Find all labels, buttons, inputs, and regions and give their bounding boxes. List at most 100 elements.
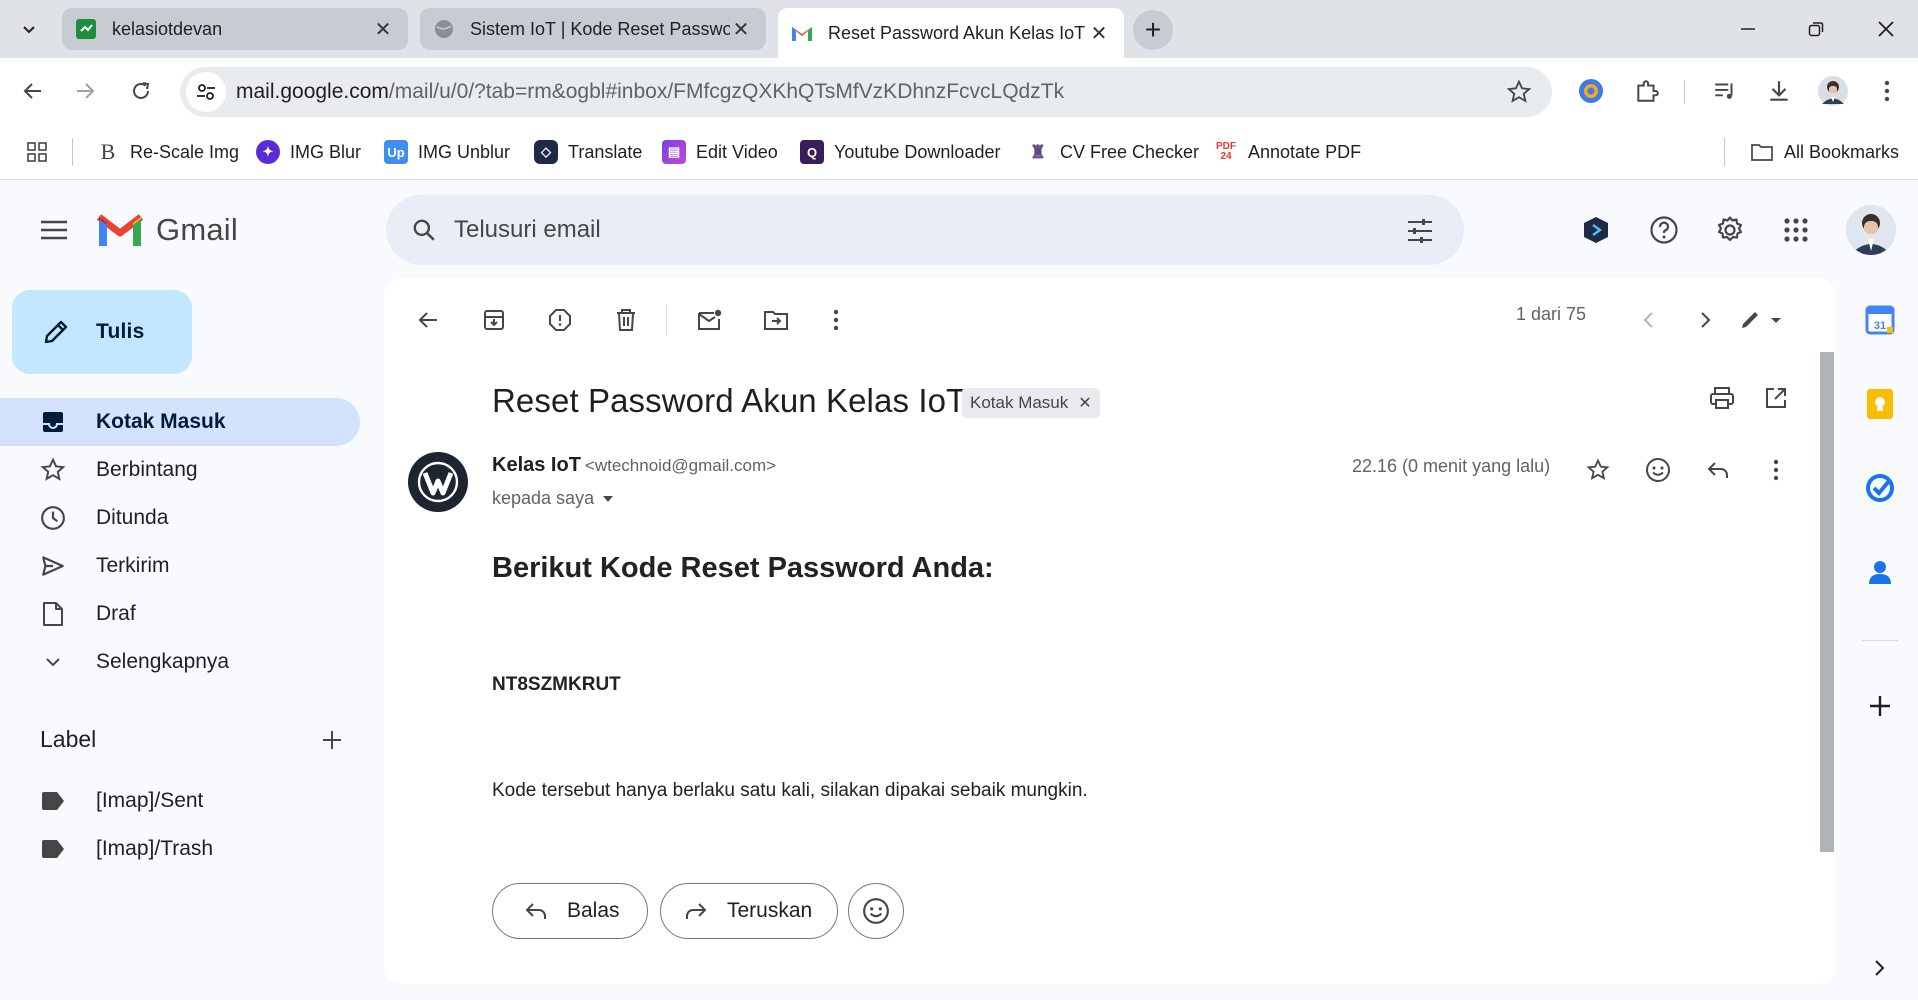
keep-icon[interactable] <box>1862 386 1898 422</box>
sidebar-item-label: [Imap]/Trash <box>96 837 214 860</box>
search-options-icon[interactable] <box>1402 213 1438 249</box>
bookmark-label: IMG Unblur <box>418 141 511 162</box>
older-email-icon[interactable] <box>1686 300 1726 340</box>
bookmark-img-unblur[interactable]: Up IMG Unblur <box>384 138 510 166</box>
message-more-icon[interactable] <box>1756 450 1796 490</box>
reply-button[interactable]: Balas <box>492 883 648 939</box>
folder-icon <box>1750 140 1774 164</box>
star-email-icon[interactable] <box>1578 450 1618 490</box>
back-icon[interactable] <box>14 72 52 110</box>
open-new-window-icon[interactable] <box>1756 378 1796 418</box>
mark-unread-icon[interactable] <box>690 300 730 340</box>
bookmark-label: CV Free Checker <box>1060 141 1200 162</box>
input-tools-icon[interactable] <box>1730 300 1792 340</box>
close-tab-icon[interactable]: ✕ <box>1088 22 1110 45</box>
calendar-icon[interactable]: 31 <box>1862 302 1898 338</box>
forward-icon[interactable] <box>66 72 104 110</box>
more-actions-icon[interactable] <box>816 300 856 340</box>
bookmark-edit-video[interactable]: ▤ Edit Video <box>662 138 778 166</box>
back-to-inbox-icon[interactable] <box>408 300 448 340</box>
extensions-puzzle-icon[interactable] <box>1630 74 1664 108</box>
extension-shield-icon[interactable] <box>1574 74 1608 108</box>
bookmarks-bar: B Re-Scale Img ✦ IMG Blur Up IMG Unblur … <box>0 124 1918 180</box>
bookmark-rescale-img[interactable]: B Re-Scale Img <box>96 138 239 166</box>
reply-icon[interactable] <box>1698 450 1738 490</box>
rescale-icon: B <box>100 139 116 164</box>
bookmark-translate[interactable]: ◇ Translate <box>534 138 642 166</box>
close-tab-icon[interactable]: ✕ <box>372 18 394 41</box>
tab-search-button[interactable] <box>14 14 44 44</box>
sidebar-label-imap-trash[interactable]: [Imap]/Trash <box>0 825 360 873</box>
label-chip-inbox[interactable]: Kotak Masuk ✕ <box>962 388 1100 418</box>
remove-label-icon[interactable]: ✕ <box>1078 393 1091 413</box>
newer-email-icon[interactable] <box>1628 300 1668 340</box>
browser-tab-kelasiotdevan[interactable]: kelasiotdevan ✕ <box>62 8 408 50</box>
help-icon[interactable] <box>1642 208 1686 252</box>
close-tab-icon[interactable]: ✕ <box>730 18 752 41</box>
apps-grid-icon[interactable] <box>26 138 48 166</box>
minimize-icon[interactable] <box>1726 12 1770 46</box>
sidebar-item-label: Berbintang <box>96 458 198 481</box>
search-input[interactable] <box>454 216 1354 244</box>
email-body-note: Kode tersebut hanya berlaku satu kali, s… <box>492 780 1088 801</box>
recipient-details[interactable]: kepada saya <box>492 488 614 509</box>
reset-code: NT8SZMKRUT <box>492 674 621 695</box>
close-window-icon[interactable] <box>1864 12 1908 46</box>
reload-icon[interactable] <box>122 72 160 110</box>
sidebar-item-inbox[interactable]: Kotak Masuk <box>0 398 360 446</box>
bookmark-cv-free-checker[interactable]: ♜ CV Free Checker <box>1026 138 1199 166</box>
sidebar-item-snoozed[interactable]: Ditunda <box>0 494 360 542</box>
restore-icon[interactable] <box>1794 12 1838 46</box>
browser-tabstrip: kelasiotdevan ✕ Sistem IoT | Kode Reset … <box>0 0 1918 58</box>
archive-icon[interactable] <box>474 300 514 340</box>
get-addons-icon[interactable] <box>1862 688 1898 724</box>
google-apps-icon[interactable] <box>1774 208 1818 252</box>
profile-avatar-icon[interactable] <box>1816 74 1850 108</box>
download-icon[interactable] <box>1762 74 1796 108</box>
bookmark-star-icon[interactable] <box>1506 79 1532 110</box>
gemini-extension-icon[interactable] <box>1574 208 1618 252</box>
all-bookmarks-button[interactable]: All Bookmarks <box>1750 138 1899 166</box>
settings-gear-icon[interactable] <box>1708 208 1752 252</box>
sidebar-label-imap-sent[interactable]: [Imap]/Sent <box>0 777 360 825</box>
scrollbar-thumb[interactable] <box>1820 352 1834 852</box>
gmail-logo[interactable]: Gmail <box>96 211 238 249</box>
bookmark-img-blur[interactable]: ✦ IMG Blur <box>256 138 361 166</box>
sidebar-item-more[interactable]: Selengkapnya <box>0 638 360 686</box>
search-icon[interactable] <box>404 210 444 250</box>
sender-avatar[interactable] <box>408 452 468 512</box>
site-info-icon[interactable] <box>186 72 226 112</box>
forward-button[interactable]: Teruskan <box>660 883 838 939</box>
delete-icon[interactable] <box>606 300 646 340</box>
sender-name[interactable]: Kelas IoT <box>492 454 581 476</box>
browser-tab-reset-password[interactable]: Reset Password Akun Kelas IoT ✕ <box>778 8 1124 58</box>
tasks-icon[interactable] <box>1862 470 1898 506</box>
emoji-reaction-button[interactable] <box>848 883 904 939</box>
report-spam-icon[interactable] <box>540 300 580 340</box>
sidebar-item-starred[interactable]: Berbintang <box>0 446 360 494</box>
img-blur-icon: ✦ <box>256 140 280 164</box>
toolbar-divider <box>666 304 667 336</box>
add-reaction-icon[interactable] <box>1638 450 1678 490</box>
add-label-icon[interactable] <box>316 724 348 756</box>
new-tab-button[interactable]: + <box>1133 10 1173 50</box>
account-avatar[interactable] <box>1846 205 1896 255</box>
browser-menu-icon[interactable] <box>1870 74 1904 108</box>
label-chip-text: Kotak Masuk <box>970 393 1069 412</box>
caret-down-icon <box>603 495 614 502</box>
expand-side-panel-icon[interactable] <box>1862 950 1898 986</box>
bookmark-youtube-downloader[interactable]: Q Youtube Downloader <box>800 138 1000 166</box>
sidebar-item-drafts[interactable]: Draf <box>0 590 360 638</box>
print-icon[interactable] <box>1702 378 1742 418</box>
bookmark-annotate-pdf[interactable]: PDF 24 Annotate PDF <box>1214 138 1361 166</box>
tab-title: Sistem IoT | Kode Reset Passwor <box>470 18 730 39</box>
sidebar-item-sent[interactable]: Terkirim <box>0 542 360 590</box>
compose-button[interactable]: Tulis <box>12 290 192 374</box>
browser-tab-sistem-iot[interactable]: Sistem IoT | Kode Reset Passwor ✕ <box>420 8 766 50</box>
draft-icon <box>38 599 68 629</box>
move-to-icon[interactable] <box>756 300 796 340</box>
address-bar[interactable]: mail.google.com/mail/u/0/?tab=rm&ogbl#in… <box>180 67 1552 117</box>
main-menu-icon[interactable] <box>34 210 74 250</box>
media-queue-icon[interactable] <box>1708 74 1742 108</box>
contacts-icon[interactable] <box>1862 554 1898 590</box>
